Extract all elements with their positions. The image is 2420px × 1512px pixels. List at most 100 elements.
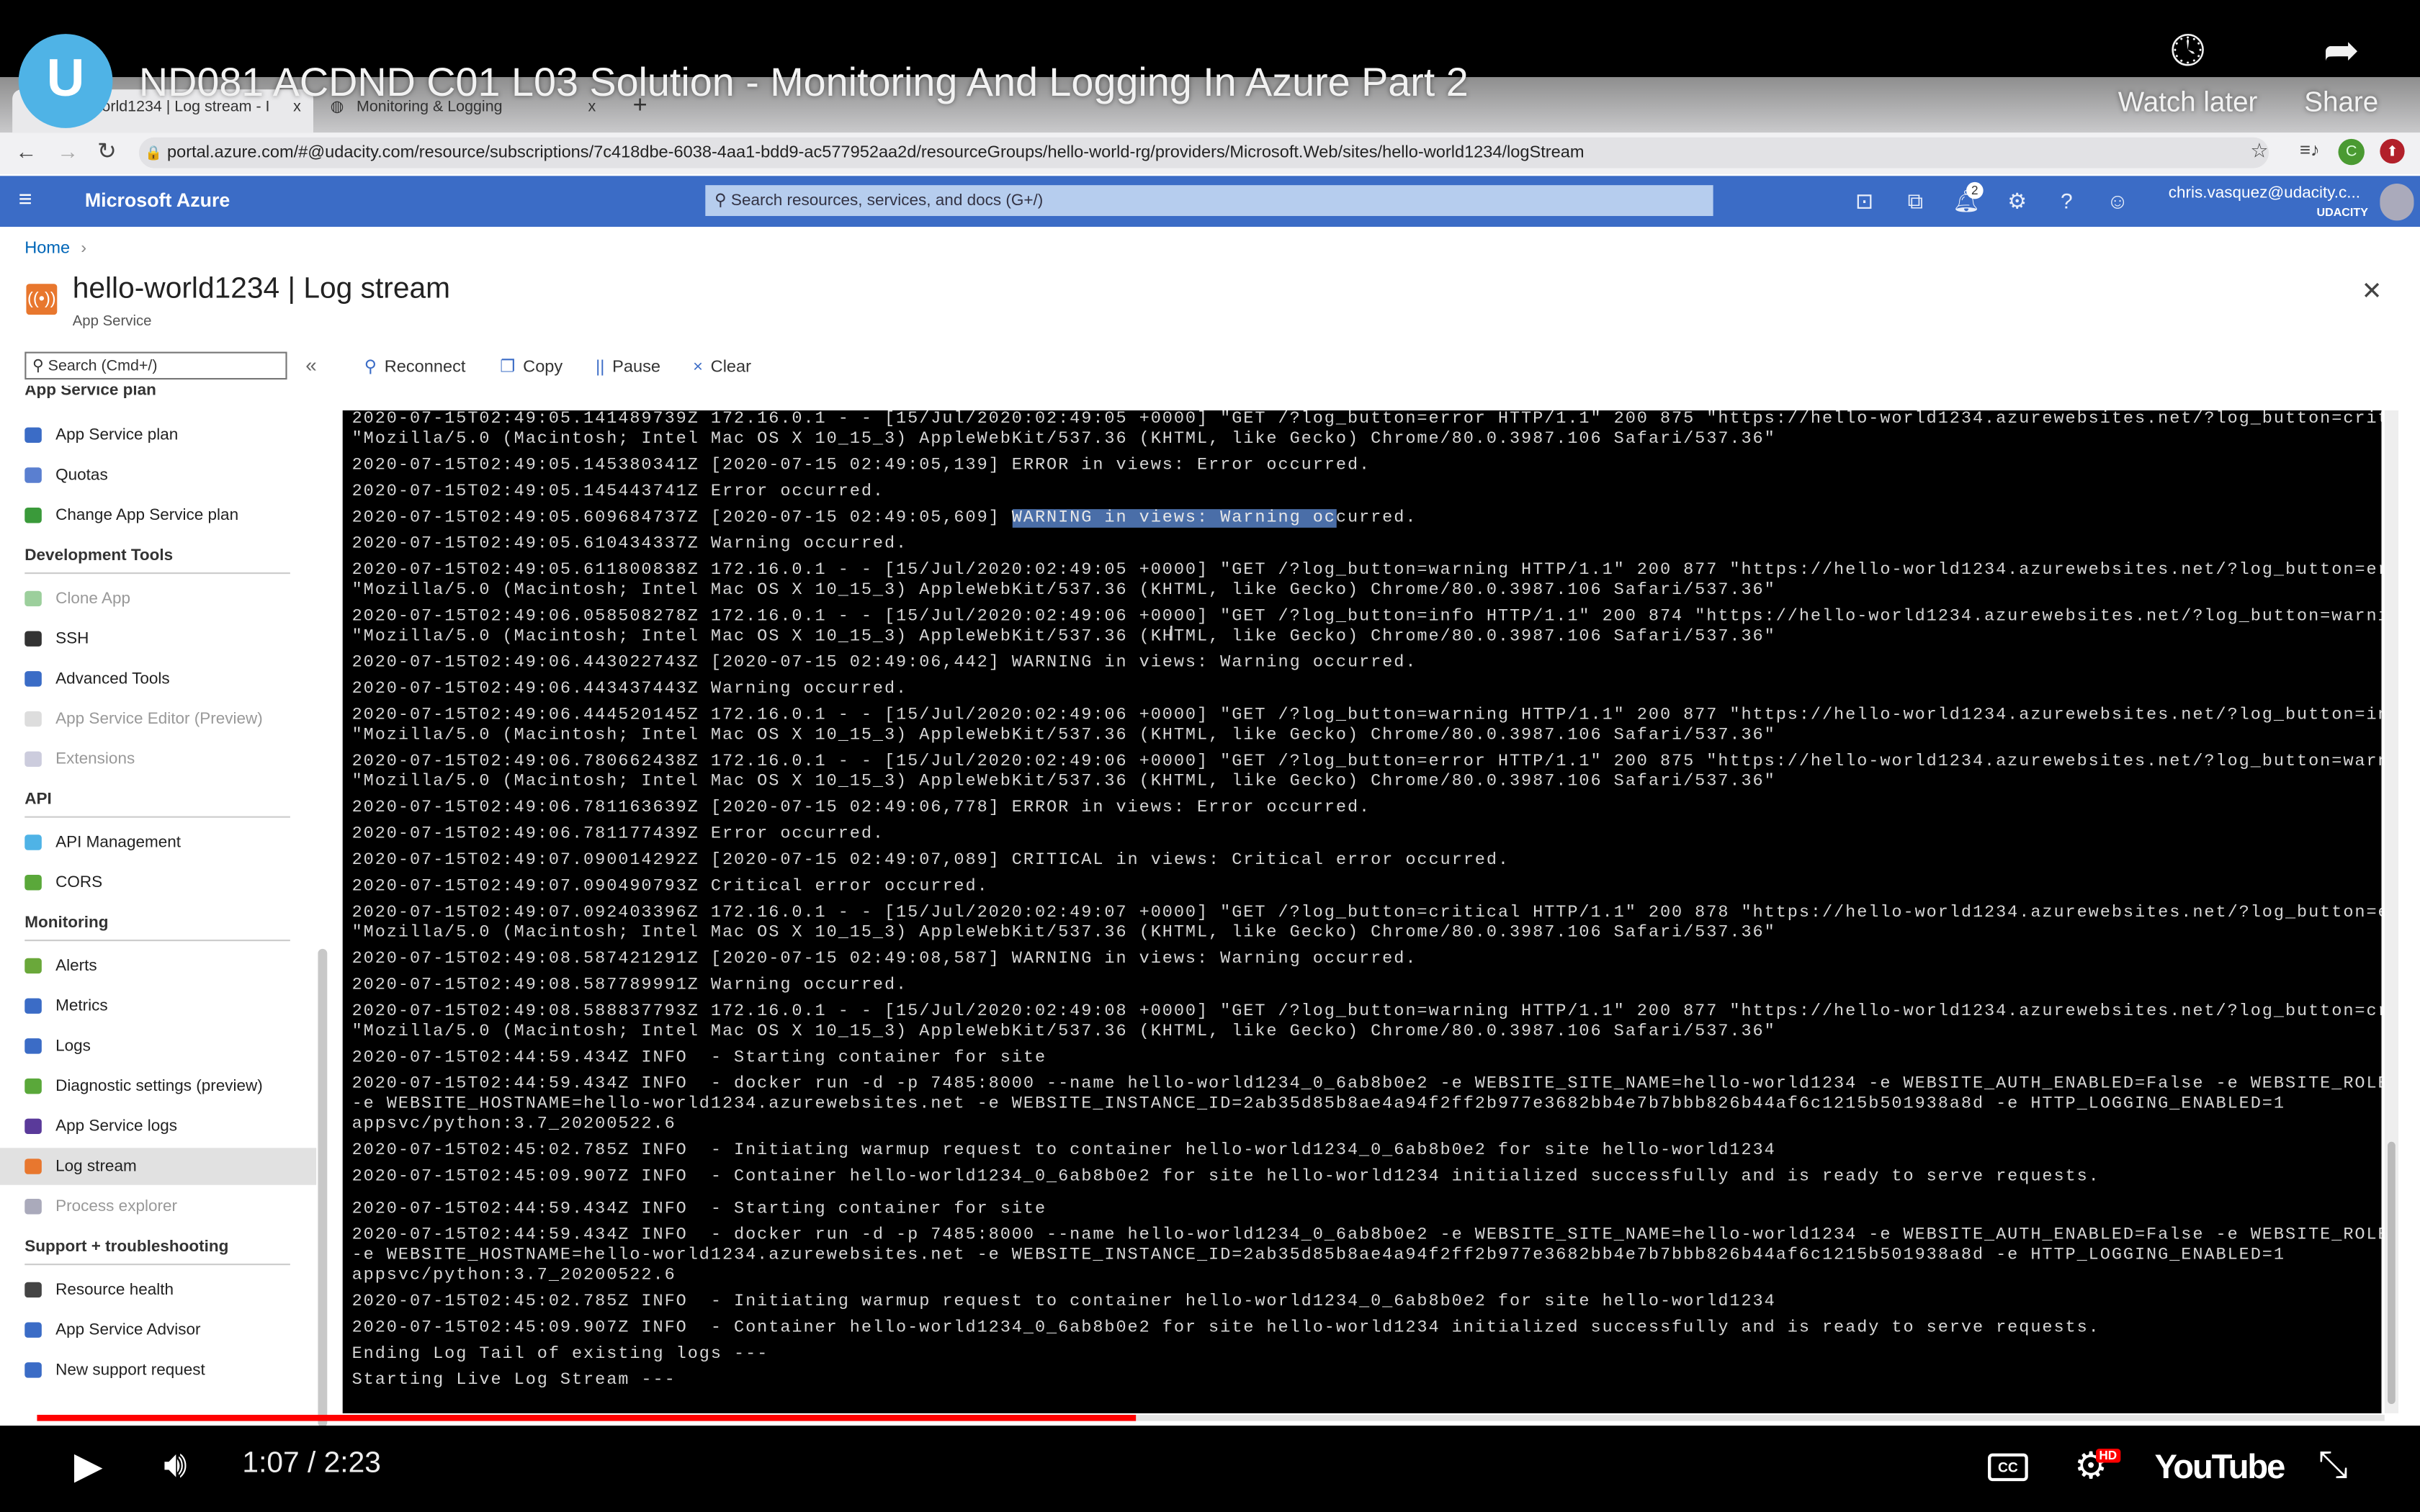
log-text-segment: curred. [1335,509,1417,528]
notification-count-badge: 2 [1966,181,1984,199]
share-label: Share [2304,86,2379,117]
log-line: 2020-07-15T02:49:05.145380341Z [2020-07-… [351,456,1371,476]
sidebar-item-icon [24,1199,42,1215]
clear-button[interactable]: × Clear [693,352,751,383]
log-line: 2020-07-15T02:49:05.611800838Z 172.16.0.… [351,562,2382,580]
reconnect-button[interactable]: ⚲ Reconnect [364,352,466,383]
sidebar-item-log-stream[interactable]: Log stream [0,1148,317,1185]
settings-gear-icon[interactable]: ⚙ [2003,188,2031,214]
sidebar-item-process-explorer[interactable]: Process explorer [0,1188,316,1225]
sidebar-item-icon [24,427,42,444]
feedback-smiley-icon[interactable]: ☺ [2104,188,2132,212]
volume-icon[interactable]: 🔊︎ [163,1444,187,1488]
log-line: 2020-07-15T02:45:02.785Z INFO - Initiati… [351,1141,1776,1161]
log-entry: 2020-07-15T02:44:59.434Z INFO - Starting… [352,1049,2382,1069]
log-entry: 2020-07-15T02:44:59.434Z INFO - Starting… [352,1200,2382,1220]
sidebar-item-icon [24,1038,42,1054]
sidebar-item-icon [24,751,42,768]
back-icon[interactable]: ← [15,139,37,163]
captions-button[interactable]: CC [1988,1453,2028,1482]
sidebar-item-new-support-request[interactable]: New support request [0,1351,316,1388]
user-email[interactable]: chris.vasquez@udacity.c... [2169,184,2360,202]
collapse-sidebar-button[interactable]: « [305,354,317,377]
sidebar-item-icon [24,590,42,607]
reload-icon[interactable]: ↻ [97,138,117,165]
log-entry: 2020-07-15T02:49:05.145380341Z [2020-07-… [352,456,2382,477]
sidebar-item-icon [24,1078,42,1094]
directory-filter-icon[interactable]: ⧉ [1901,188,1930,214]
sidebar-item-ssh[interactable]: SSH [0,620,316,657]
watch-later-label: Watch later [2118,86,2258,117]
close-blade-icon[interactable]: ✕ [2362,276,2383,307]
sidebar-item-app-service-advisor[interactable]: App Service Advisor [0,1311,316,1348]
azure-brand[interactable]: Microsoft Azure [85,190,230,212]
sidebar-item-label: App Service Editor (Preview) [55,709,263,729]
profile-avatar[interactable]: C [2338,138,2365,166]
sidebar-item-app-service-editor-preview[interactable]: App Service Editor (Preview) [0,701,316,737]
sidebar-item-cors[interactable]: CORS [0,864,316,901]
log-entry: 2020-07-15T02:49:05.610434337Z Warning o… [352,536,2382,556]
page-title: hello-world1234 | Log stream [72,273,451,306]
log-stream-console[interactable]: 2020-07-15T02:49:05.141489739Z 172.16.0.… [342,410,2382,1413]
sidebar-item-alerts[interactable]: Alerts [0,948,316,984]
user-avatar[interactable] [2380,184,2414,221]
url-field[interactable]: 🔒 portal.azure.com/#@udacity.com/resourc… [138,137,2269,168]
log-entry: 2020-07-15T02:49:05.141489739Z 172.16.0.… [352,410,2382,451]
udacity-logo[interactable]: U [18,34,113,128]
sidebar-item-label: Advanced Tools [55,670,170,688]
media-control-icon[interactable]: ≡♪ [2300,139,2320,161]
log-line: 2020-07-15T02:44:59.434Z INFO - Starting… [351,1049,1047,1068]
hamburger-menu-icon[interactable]: ≡ [19,186,32,212]
pause-icon: || [596,358,605,377]
sidebar-item-app-service-logs[interactable]: App Service logs [0,1108,316,1145]
cloud-shell-icon[interactable]: ⊡ [1850,188,1878,214]
breadcrumb: Home › [24,239,86,258]
log-line: 2020-07-15T02:49:05.609684737Z [2020-07-… [352,509,2382,529]
watch-later-button[interactable]: 🕓︎ Watch later [2107,27,2269,119]
sidebar-item-label: Alerts [55,956,97,976]
log-scrollbar-thumb[interactable] [2388,1141,2396,1405]
clear-x-icon: × [693,358,703,377]
log-entry: 2020-07-15T02:49:06.058508278Z 172.16.0.… [352,608,2382,648]
help-icon[interactable]: ? [2053,188,2081,212]
user-org: UDACITY [2316,205,2368,220]
sidebar-item-quotas[interactable]: Quotas [0,456,316,493]
sidebar-item-label: Change App Service plan [55,505,239,525]
chevron-right-icon: › [81,239,87,258]
sidebar-item-extensions[interactable]: Extensions [0,741,316,778]
sidebar-item-diagnostic-settings-preview[interactable]: Diagnostic settings (preview) [0,1068,316,1104]
share-button[interactable]: ➦ Share [2287,27,2396,119]
sidebar-item-change-app-service-plan[interactable]: Change App Service plan [0,497,316,534]
video-title[interactable]: ND081 ACDND C01 L03 Solution - Monitorin… [139,58,1469,106]
log-entry: 2020-07-15T02:49:06.781163639Z [2020-07-… [352,799,2382,819]
log-entry: Ending Log Tail of existing logs --- [352,1346,2382,1366]
sidebar-item-icon [24,631,42,647]
update-icon[interactable]: ⬆ [2380,138,2405,164]
global-search-input[interactable]: ⚲ Search resources, services, and docs (… [705,185,1713,217]
sidebar-item-app-service-plan[interactable]: App Service plan [0,417,316,454]
play-icon[interactable]: ▶ [74,1444,103,1489]
sidebar-scrollbar[interactable] [318,948,328,1428]
log-line: "Mozilla/5.0 (Macintosh; Intel Mac OS X … [351,581,1776,600]
log-entry: 2020-07-15T02:45:02.785Z INFO - Initiati… [352,1293,2382,1313]
sidebar-item-clone-app[interactable]: Clone App [0,580,316,617]
sidebar-item-label: App Service logs [55,1117,177,1136]
sidebar-group-app-service-plan: App Service plan [24,385,156,400]
youtube-logo[interactable]: YouTube [2154,1447,2285,1488]
forward-icon[interactable]: → [57,139,79,163]
sidebar-item-advanced-tools[interactable]: Advanced Tools [0,660,316,697]
log-line: 2020-07-15T02:49:06.781163639Z [2020-07-… [351,799,1371,818]
sidebar-item-label: Metrics [55,996,108,1016]
pause-button[interactable]: || Pause [596,352,660,383]
sidebar-item-icon [24,834,42,850]
log-entry: 2020-07-15T02:44:59.434Z INFO - docker r… [352,1076,2382,1136]
breadcrumb-home[interactable]: Home [24,239,70,258]
sidebar-item-logs[interactable]: Logs [0,1027,316,1064]
copy-button[interactable]: ❐ Copy [500,352,563,383]
sidebar-item-resource-health[interactable]: Resource health [0,1272,316,1308]
sidebar-item-api-management[interactable]: API Management [0,824,316,860]
bookmark-star-icon[interactable]: ☆ [2250,139,2268,163]
exit-fullscreen-icon[interactable]: ⤡ [2318,1444,2348,1488]
sidebar-search-input[interactable]: ⚲ Search (Cmd+/) [24,351,287,380]
sidebar-item-metrics[interactable]: Metrics [0,987,316,1024]
